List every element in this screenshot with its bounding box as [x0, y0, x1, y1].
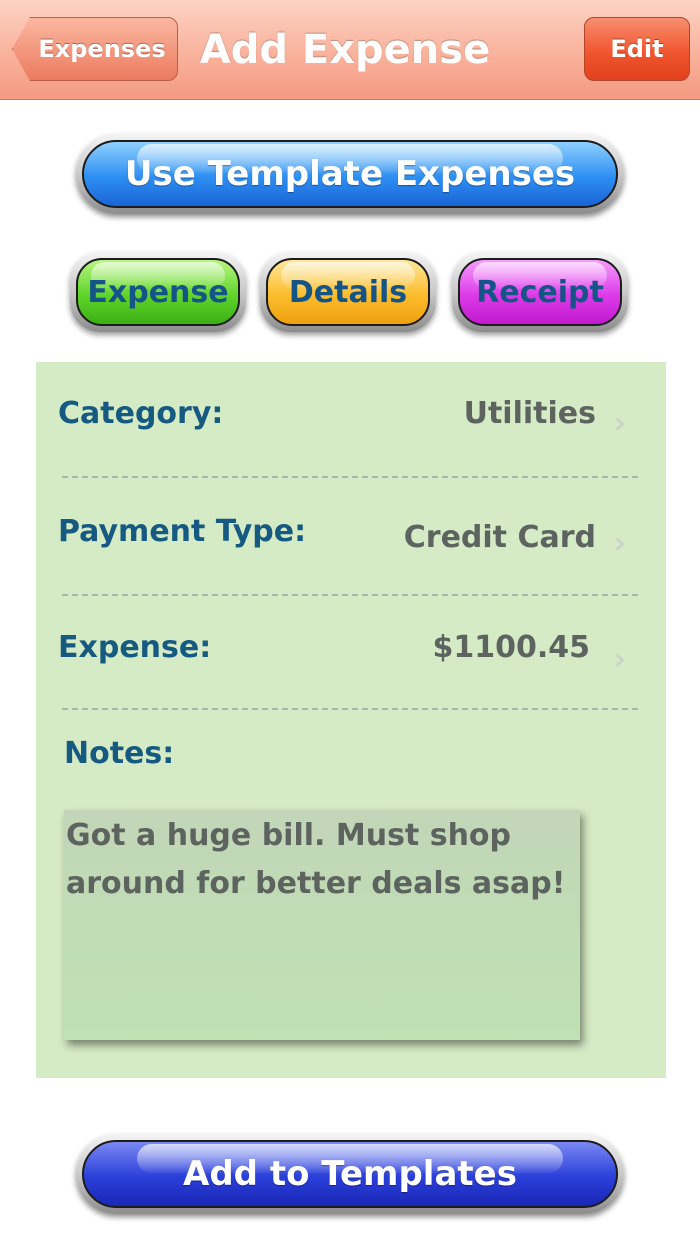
- tab-details-label: Details: [288, 274, 408, 310]
- category-row[interactable]: Category: Utilities ›: [36, 362, 666, 480]
- edit-button-label: Edit: [610, 35, 664, 63]
- add-to-templates-button[interactable]: Add to Templates: [76, 1134, 624, 1214]
- navigation-bar: Expenses Add Expense Edit: [0, 0, 700, 100]
- tab-details-face: Details: [266, 258, 430, 326]
- payment-type-value: Credit Card: [403, 520, 596, 555]
- notes-label: Notes:: [64, 736, 175, 771]
- row-divider: [62, 594, 638, 596]
- chevron-right-icon: ›: [613, 406, 626, 441]
- tab-details[interactable]: Details: [260, 252, 436, 332]
- tab-expense-face: Expense: [76, 258, 240, 326]
- edit-button[interactable]: Edit: [584, 17, 690, 81]
- tab-expense-label: Expense: [87, 274, 229, 310]
- tab-receipt-label: Receipt: [476, 274, 604, 310]
- category-value: Utilities: [463, 396, 596, 431]
- expense-amount-row[interactable]: Expense: $1100.45 ›: [36, 598, 666, 716]
- notes-textarea[interactable]: Got a huge bill. Must shop around for be…: [64, 810, 580, 1040]
- chevron-right-icon: ›: [613, 526, 626, 561]
- add-to-templates-label: Add to Templates: [183, 1154, 517, 1194]
- use-template-expenses-label: Use Template Expenses: [124, 154, 576, 194]
- use-template-expenses-button[interactable]: Use Template Expenses: [76, 134, 624, 214]
- expense-value: $1100.45: [432, 630, 590, 665]
- category-label: Category:: [58, 396, 224, 431]
- expense-form-panel: Category: Utilities › Payment Type: Cred…: [36, 362, 666, 1078]
- tab-expense[interactable]: Expense: [70, 252, 246, 332]
- tab-receipt[interactable]: Receipt: [452, 252, 628, 332]
- page-title: Add Expense: [199, 27, 491, 73]
- tab-receipt-face: Receipt: [458, 258, 622, 326]
- add-to-templates-face: Add to Templates: [82, 1140, 618, 1208]
- back-button-expenses[interactable]: Expenses: [12, 17, 178, 81]
- chevron-right-icon: ›: [613, 642, 626, 677]
- back-button-label: Expenses: [38, 35, 166, 63]
- row-divider: [62, 708, 638, 710]
- row-divider: [62, 476, 638, 478]
- use-template-expenses-face: Use Template Expenses: [82, 140, 618, 208]
- payment-type-row[interactable]: Payment Type: Credit Card ›: [36, 480, 666, 598]
- expense-label: Expense:: [58, 630, 212, 665]
- payment-type-label: Payment Type:: [58, 514, 307, 549]
